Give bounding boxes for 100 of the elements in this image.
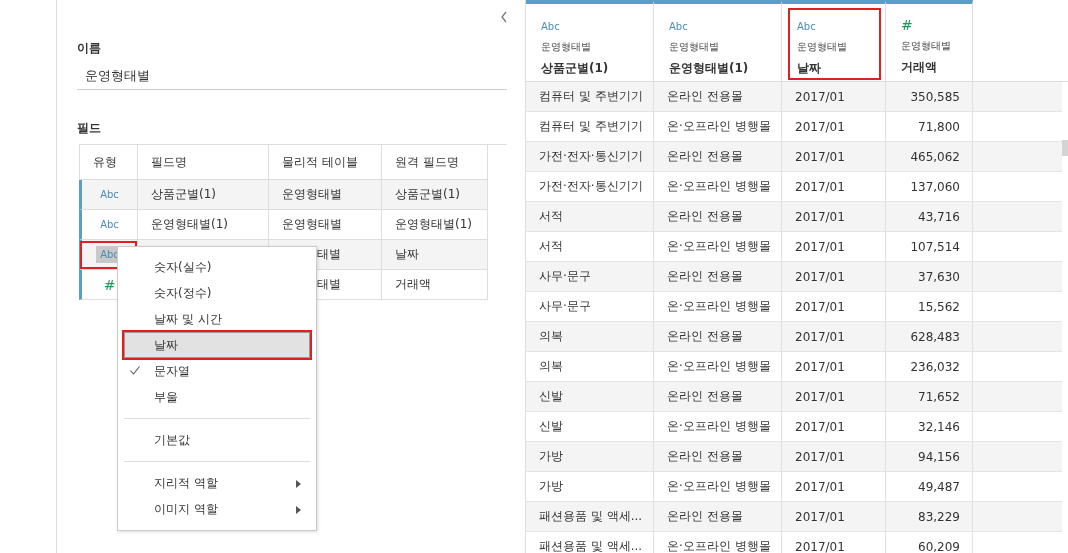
table-cell: 온·오프라인 병행몰 <box>667 238 771 255</box>
table-cell: 2017/01 <box>795 179 845 194</box>
scrollbar[interactable] <box>1062 140 1068 156</box>
table-cell: 온·오프라인 병행몰 <box>667 538 771 553</box>
column-header[interactable]: 운영형태별(1) <box>669 60 775 77</box>
menu-item[interactable]: 지리적 역할 <box>124 470 310 496</box>
table-cell: 83,229 <box>918 509 960 524</box>
table-cell: 서적 <box>539 208 563 225</box>
table-cell: 2017/01 <box>795 509 845 524</box>
submenu-arrow-icon <box>296 506 301 514</box>
menu-item[interactable]: 부울 <box>124 384 310 410</box>
table-cell: 94,156 <box>918 449 960 464</box>
table-cell: 온라인 전용몰 <box>667 88 743 105</box>
table-cell: 온라인 전용몰 <box>667 508 743 525</box>
column-source: 운영형태별 <box>541 40 592 54</box>
table-cell: 온·오프라인 병행몰 <box>667 178 771 195</box>
table-cell: 2017/01 <box>795 299 845 314</box>
table-cell: 태별 <box>317 246 341 263</box>
table-cell: 71,800 <box>918 119 960 134</box>
collapse-icon[interactable] <box>499 10 509 24</box>
table-cell: 온·오프라인 병행몰 <box>667 418 771 435</box>
menu-item[interactable]: 기본값 <box>124 427 310 453</box>
table-cell: 가방 <box>539 448 563 465</box>
table-cell: 2017/01 <box>795 269 845 284</box>
table-cell: 서적 <box>539 238 563 255</box>
table-cell: 온라인 전용몰 <box>667 148 743 165</box>
table-cell: 137,060 <box>910 179 960 194</box>
table-cell: 465,062 <box>910 149 960 164</box>
table-cell: 350,585 <box>910 89 960 104</box>
name-field[interactable]: 운영형태별 <box>77 67 507 90</box>
table-cell: 온·오프라인 병행몰 <box>667 478 771 495</box>
table-cell: 신발 <box>539 388 563 405</box>
table-cell: 37,630 <box>918 269 960 284</box>
menu-item[interactable]: 문자열 <box>124 358 310 384</box>
column-header[interactable]: 거래액 <box>901 59 966 76</box>
table-cell: 운영형태별 <box>282 186 342 203</box>
table-cell: 운영형태별 <box>282 216 342 233</box>
table-cell: 가전·전자·통신기기 <box>539 178 643 195</box>
table-cell: 2017/01 <box>795 149 845 164</box>
table-cell: 사무·문구 <box>539 268 591 285</box>
table-cell: 가전·전자·통신기기 <box>539 148 643 165</box>
table-cell: 신발 <box>539 418 563 435</box>
table-cell: 43,716 <box>918 209 960 224</box>
menu-item[interactable]: 숫자(정수) <box>124 280 310 306</box>
table-cell: 236,032 <box>910 359 960 374</box>
table-cell: 온라인 전용몰 <box>667 388 743 405</box>
table-cell: 온라인 전용몰 <box>667 268 743 285</box>
table-cell: 가방 <box>539 478 563 495</box>
table-cell: 거래액 <box>395 276 431 293</box>
table-cell: 컴퓨터 및 주변기기 <box>539 88 643 105</box>
table-cell: 2017/01 <box>795 89 845 104</box>
column-source: 운영형태별 <box>901 39 952 53</box>
type-icon: Abc <box>541 21 560 35</box>
type-icon: Abc <box>797 21 816 35</box>
table-cell: 2017/01 <box>795 239 845 254</box>
table-cell: 운영형태별(1) <box>151 216 228 233</box>
table-cell: 107,514 <box>910 239 960 254</box>
column-source: 운영형태별 <box>669 40 720 54</box>
table-cell: 온·오프라인 병행몰 <box>667 358 771 375</box>
table-cell: 2017/01 <box>795 539 845 553</box>
submenu-arrow-icon <box>296 480 301 488</box>
name-label: 이름 <box>77 40 102 57</box>
table-cell: 15,562 <box>918 299 960 314</box>
table-cell: 사무·문구 <box>539 298 591 315</box>
table-cell: 온·오프라인 병행몰 <box>667 298 771 315</box>
column-source: 운영형태별 <box>797 40 848 54</box>
table-cell: 태별 <box>317 276 341 293</box>
table-cell: 49,487 <box>918 479 960 494</box>
column-header[interactable]: 날짜 <box>797 60 879 77</box>
table-cell: 패션용품 및 액세... <box>539 538 643 553</box>
table-cell: 날짜 <box>395 246 419 263</box>
menu-item[interactable]: 날짜 및 시간 <box>124 306 310 332</box>
table-cell: 온라인 전용몰 <box>667 328 743 345</box>
table-cell: 32,146 <box>918 419 960 434</box>
table-cell: 2017/01 <box>795 329 845 344</box>
table-cell: 의복 <box>539 358 563 375</box>
table-cell: 운영형태별(1) <box>395 216 472 233</box>
column-header[interactable]: 상품군별(1) <box>541 60 647 77</box>
table-cell: 2017/01 <box>795 389 845 404</box>
table-cell: 2017/01 <box>795 449 845 464</box>
type-icon: # <box>901 17 913 31</box>
menu-item[interactable]: 날짜 <box>124 332 310 358</box>
menu-item[interactable]: 숫자(실수) <box>124 254 310 280</box>
table-cell: 의복 <box>539 328 563 345</box>
table-cell: 60,209 <box>918 539 960 553</box>
menu-item[interactable]: 이미지 역할 <box>124 496 310 522</box>
table-cell: 2017/01 <box>795 419 845 434</box>
table-cell: 상품군별(1) <box>151 186 216 203</box>
table-cell: 온라인 전용몰 <box>667 208 743 225</box>
table-cell: 2017/01 <box>795 359 845 374</box>
table-cell: 패션용품 및 액세... <box>539 508 643 525</box>
table-cell: 2017/01 <box>795 119 845 134</box>
table-cell: 온·오프라인 병행몰 <box>667 118 771 135</box>
table-cell: 2017/01 <box>795 479 845 494</box>
table-cell: 상품군별(1) <box>395 186 460 203</box>
table-cell: 온라인 전용몰 <box>667 448 743 465</box>
table-cell: 컴퓨터 및 주변기기 <box>539 118 643 135</box>
type-icon: Abc <box>669 21 688 35</box>
table-cell: 2017/01 <box>795 209 845 224</box>
table-cell: 71,652 <box>918 389 960 404</box>
